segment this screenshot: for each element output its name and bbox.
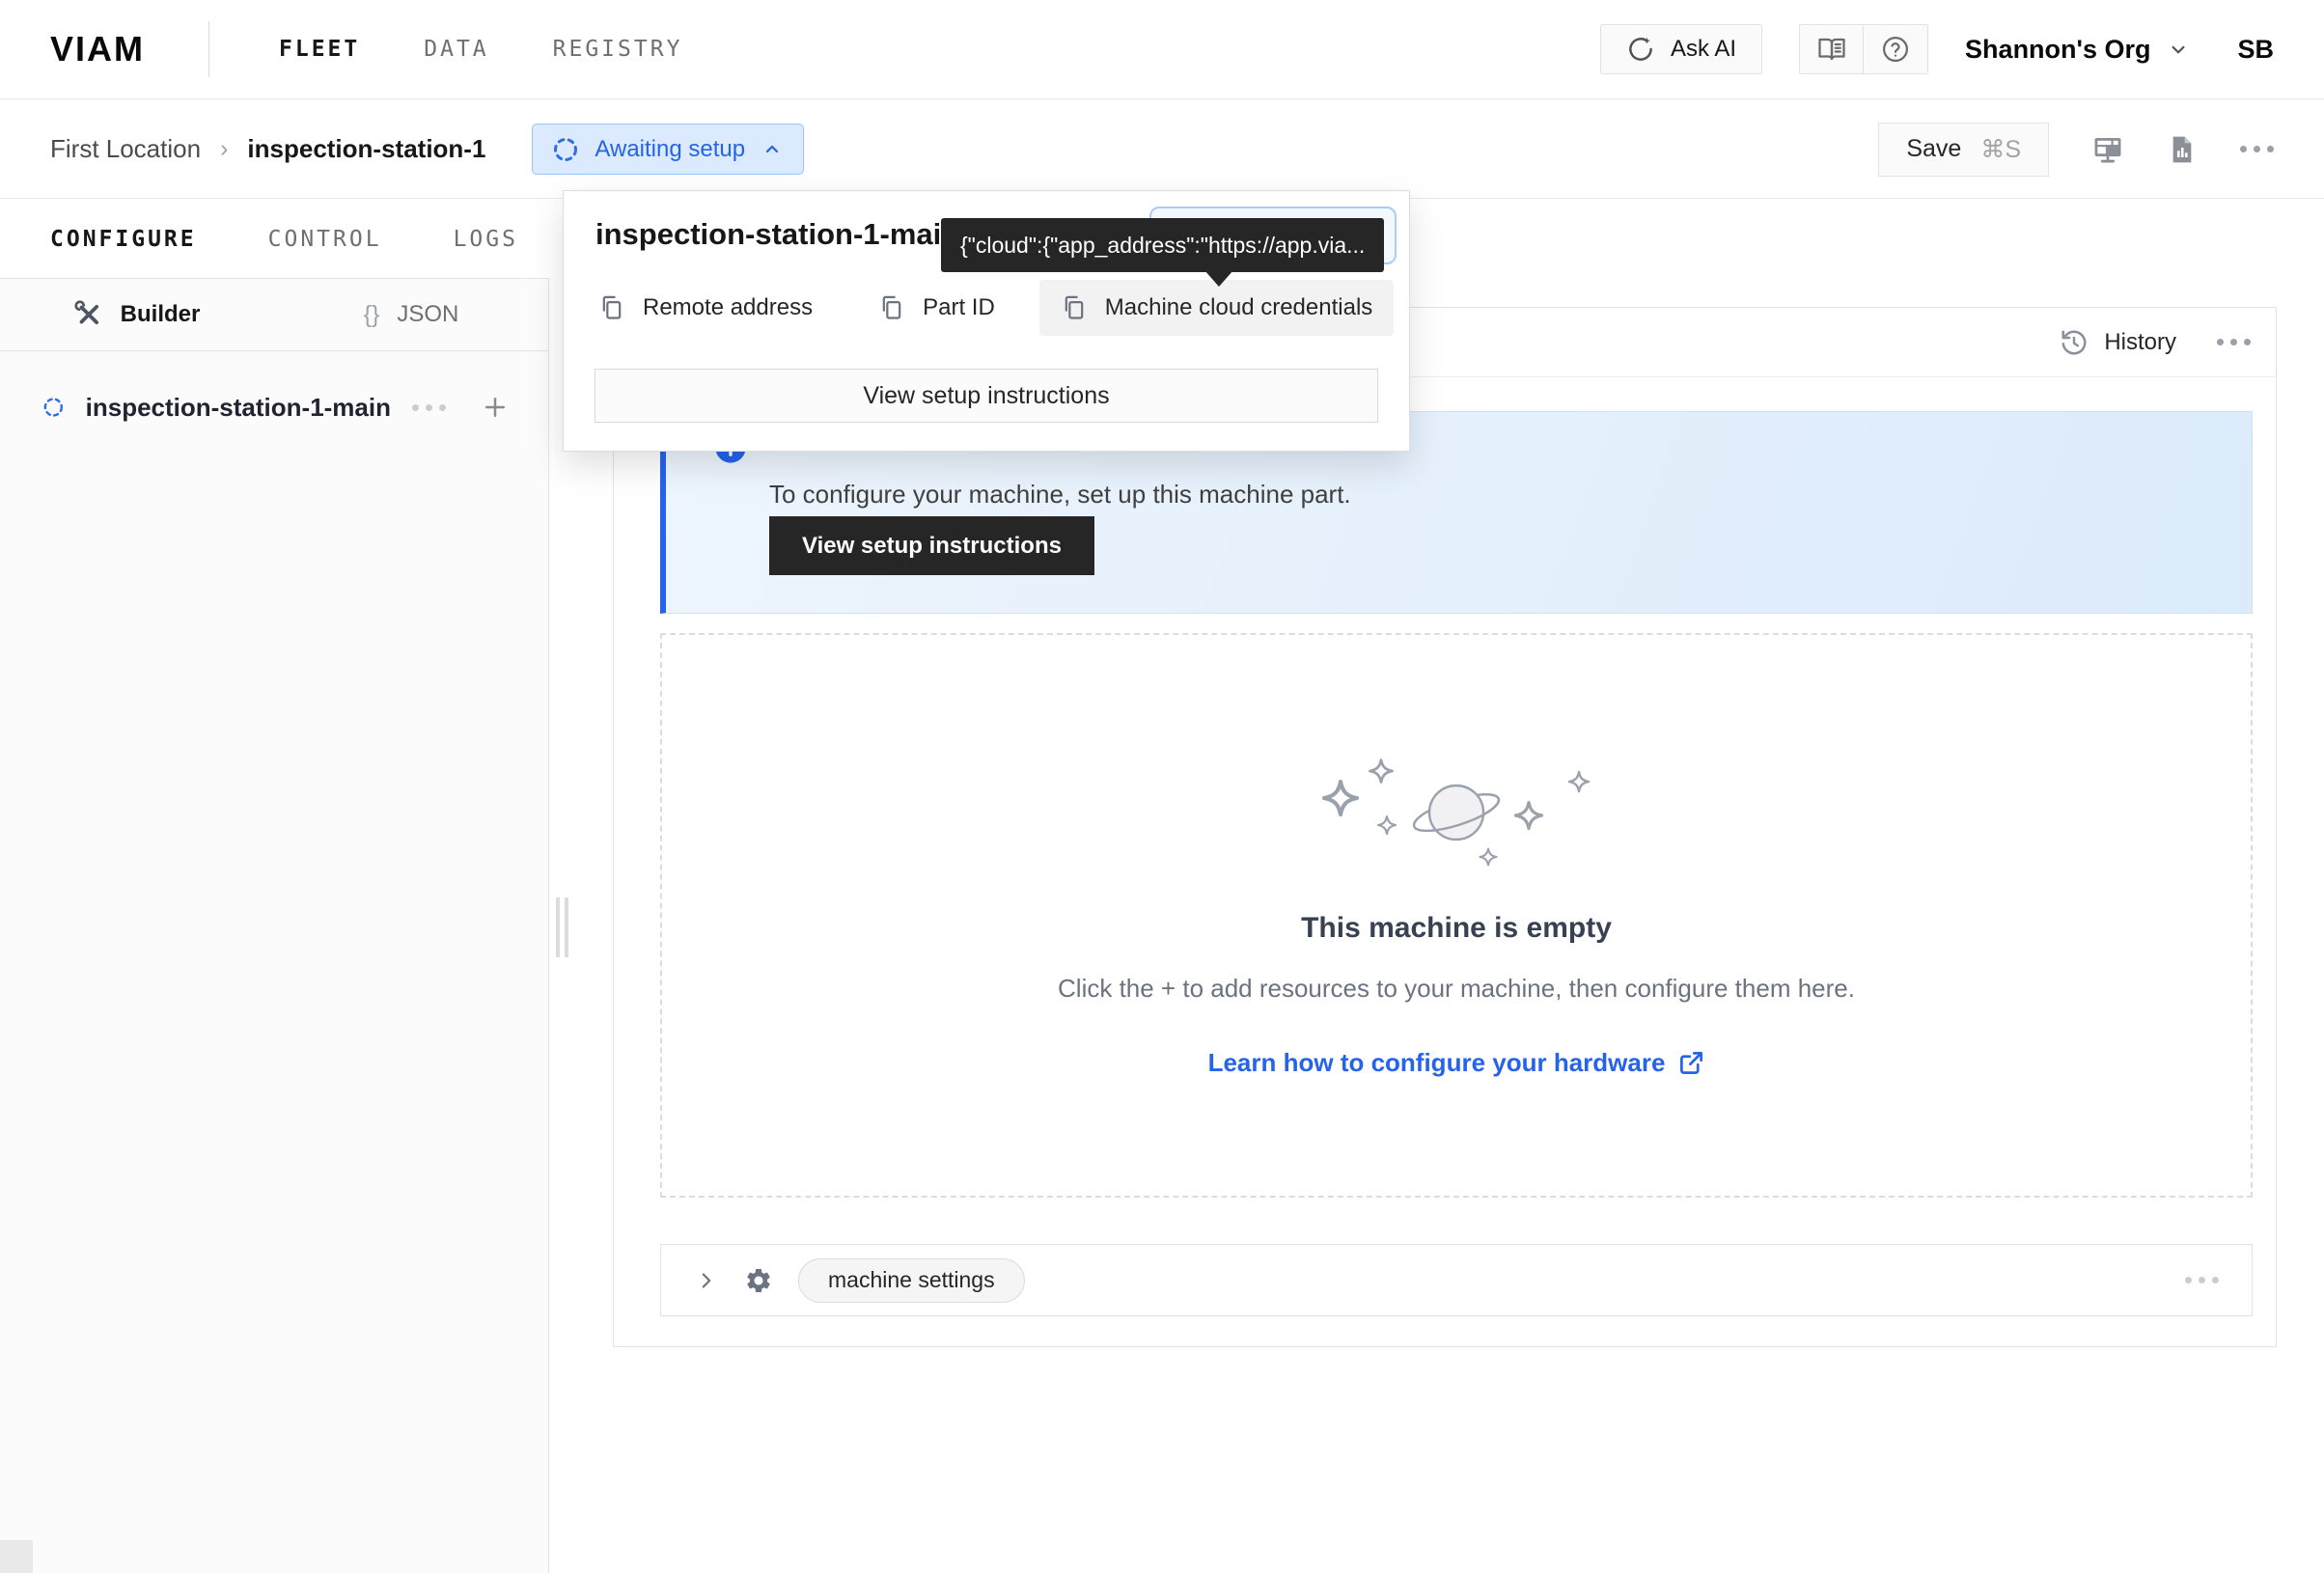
chevron-right-icon [694,1268,719,1293]
json-mode-button[interactable]: {} JSON [274,279,548,350]
dashed-circle-icon [552,136,579,163]
nav-item-registry[interactable]: REGISTRY [553,37,683,62]
org-switcher[interactable]: Shannon's Org [1965,35,2191,65]
nav-item-data[interactable]: DATA [424,37,488,62]
help-icon-group [1799,24,1928,74]
history-label: History [2104,329,2176,356]
sidebar-part-item[interactable]: inspection-station-1-main [0,351,548,423]
presentation-button[interactable] [2091,133,2124,166]
primary-nav: FLEET DATA REGISTRY [279,37,682,62]
user-avatar[interactable]: SB [2237,35,2274,65]
sidebar-resize-handle[interactable] [556,897,568,957]
popup-view-setup-button[interactable]: View setup instructions [595,369,1378,423]
copy-part-id-button[interactable]: Part ID [857,280,1016,336]
add-resource-plus-icon[interactable] [481,393,510,422]
copy-cloud-credentials-label: Machine cloud credentials [1105,294,1373,321]
credentials-tooltip: {"cloud":{"app_address":"https://app.via… [941,218,1384,272]
braces-icon: {} [364,301,380,329]
panel-more-button[interactable] [2217,339,2251,345]
builder-label: Builder [121,301,201,328]
empty-machine-dropzone: This machine is empty Click the + to add… [660,633,2253,1198]
ask-ai-button[interactable]: Ask AI [1600,24,1762,74]
scrollbar-corner [0,1540,33,1573]
part-name: inspection-station-1-main [86,393,391,423]
top-navbar: VIAM FLEET DATA REGISTRY Ask AI [0,0,2324,99]
popup-part-title: inspection-station-1-main [595,217,959,252]
gear-icon [744,1266,773,1295]
json-label: JSON [397,301,458,328]
machine-settings-pill[interactable]: machine settings [798,1258,1025,1303]
copy-cloud-credentials-button[interactable]: Machine cloud credentials [1039,280,1395,336]
history-button[interactable]: History [2060,328,2176,357]
machine-toolbar: First Location › inspection-station-1 Aw… [0,100,2324,199]
help-circle-icon [1881,35,1910,64]
builder-tools-icon [74,300,103,329]
copy-icon [1061,294,1088,321]
monitor-icon [2091,133,2124,166]
tab-logs[interactable]: LOGS [454,227,518,252]
machine-config-page: VIAM FLEET DATA REGISTRY Ask AI [0,0,2324,1573]
part-actions [412,393,510,422]
external-link-icon [1678,1050,1704,1076]
view-setup-instructions-button[interactable]: View setup instructions [769,516,1094,575]
copy-remote-address-button[interactable]: Remote address [577,280,834,336]
status-label: Awaiting setup [595,136,745,163]
tab-configure[interactable]: CONFIGURE [50,227,197,252]
breadcrumb-machine: inspection-station-1 [247,134,485,164]
copy-part-id-label: Part ID [923,294,995,321]
editor-mode-toggle: Builder {} JSON [0,279,548,351]
tooltip-caret [1204,270,1233,287]
tab-control[interactable]: CONTROL [268,227,382,252]
builder-mode-button[interactable]: Builder [0,279,274,350]
history-clock-icon [2060,328,2089,357]
dashed-circle-icon [42,392,65,423]
config-sidebar: Builder {} JSON inspection-station-1-mai… [0,278,549,1573]
copy-button-row: Remote address Part ID Machine cloud cre… [577,280,1394,336]
navbar-right: Ask AI [1600,24,2274,74]
save-shortcut: ⌘S [1980,135,2021,164]
part-more-button[interactable] [412,404,446,411]
empty-state-title: This machine is empty [1301,912,1612,945]
machine-settings-row[interactable]: machine settings [660,1244,2253,1316]
nav-divider [208,21,209,77]
breadcrumb-separator: › [220,135,228,163]
machine-status-badge[interactable]: Awaiting setup [532,124,804,175]
copy-remote-address-label: Remote address [643,294,813,321]
nav-item-fleet[interactable]: FLEET [279,37,360,62]
part-config-panel: History To configure your machine, set u… [613,307,2277,1347]
toolbar-more-button[interactable] [2240,146,2274,152]
configure-hardware-link[interactable]: Learn how to configure your hardware [1208,1048,1705,1078]
planet-illustration [1316,753,1596,873]
chevron-down-icon [2166,37,2191,62]
document-chart-icon [2167,134,2198,165]
help-button[interactable] [1864,25,1927,73]
copy-icon [598,294,625,321]
report-button[interactable] [2167,134,2198,165]
empty-state-subtitle: Click the + to add resources to your mac… [1058,974,1855,1004]
ask-ai-sparkle-icon [1626,35,1655,64]
copy-icon [878,294,905,321]
book-icon [1817,35,1846,64]
chevron-up-icon [761,138,784,161]
save-label: Save [1906,135,1961,163]
ask-ai-label: Ask AI [1671,36,1736,63]
org-name: Shannon's Org [1965,35,2150,65]
machine-tabs: CONFIGURE CONTROL LOGS [0,200,568,278]
breadcrumb-location[interactable]: First Location [50,134,201,164]
toolbar-right: Save ⌘S [1878,123,2274,177]
banner-message: To configure your machine, set up this m… [769,480,1351,510]
configure-hardware-link-label: Learn how to configure your hardware [1208,1048,1666,1078]
settings-more-button[interactable] [2185,1277,2219,1283]
viam-logo: VIAM [50,29,145,69]
docs-button[interactable] [1800,25,1864,73]
save-button[interactable]: Save ⌘S [1878,123,2049,177]
